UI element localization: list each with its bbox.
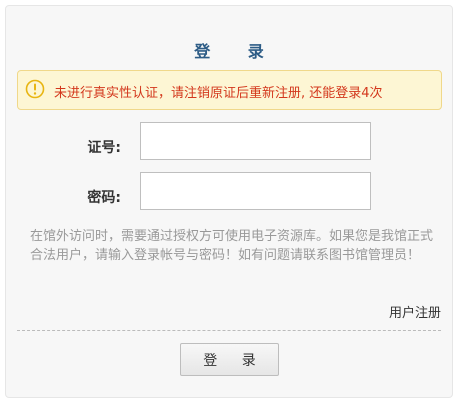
card-number-label: 证号: (87, 140, 121, 156)
login-button[interactable]: 登 录 (180, 343, 279, 376)
password-input[interactable] (140, 172, 371, 210)
divider (17, 330, 441, 331)
access-notice: 在馆外访问时，需要通过授权方可使用电子资源库。如果您是我馆正式合法用户，请输入登… (30, 229, 434, 263)
register-link[interactable]: 用户注册 (389, 302, 441, 321)
password-label: 密码: (87, 190, 121, 206)
alert-message: 未进行真实性认证，请注销原证后重新注册, 还能登录4次 (54, 86, 383, 101)
page-title: 登 录 (194, 42, 280, 61)
login-panel: 登 录 未进行真实性认证，请注销原证后重新注册, 还能登录4次 证号: 密码: … (5, 5, 453, 398)
info-circle-icon (25, 79, 45, 99)
card-number-input[interactable] (140, 122, 371, 160)
auth-alert: 未进行真实性认证，请注销原证后重新注册, 还能登录4次 (17, 70, 442, 110)
